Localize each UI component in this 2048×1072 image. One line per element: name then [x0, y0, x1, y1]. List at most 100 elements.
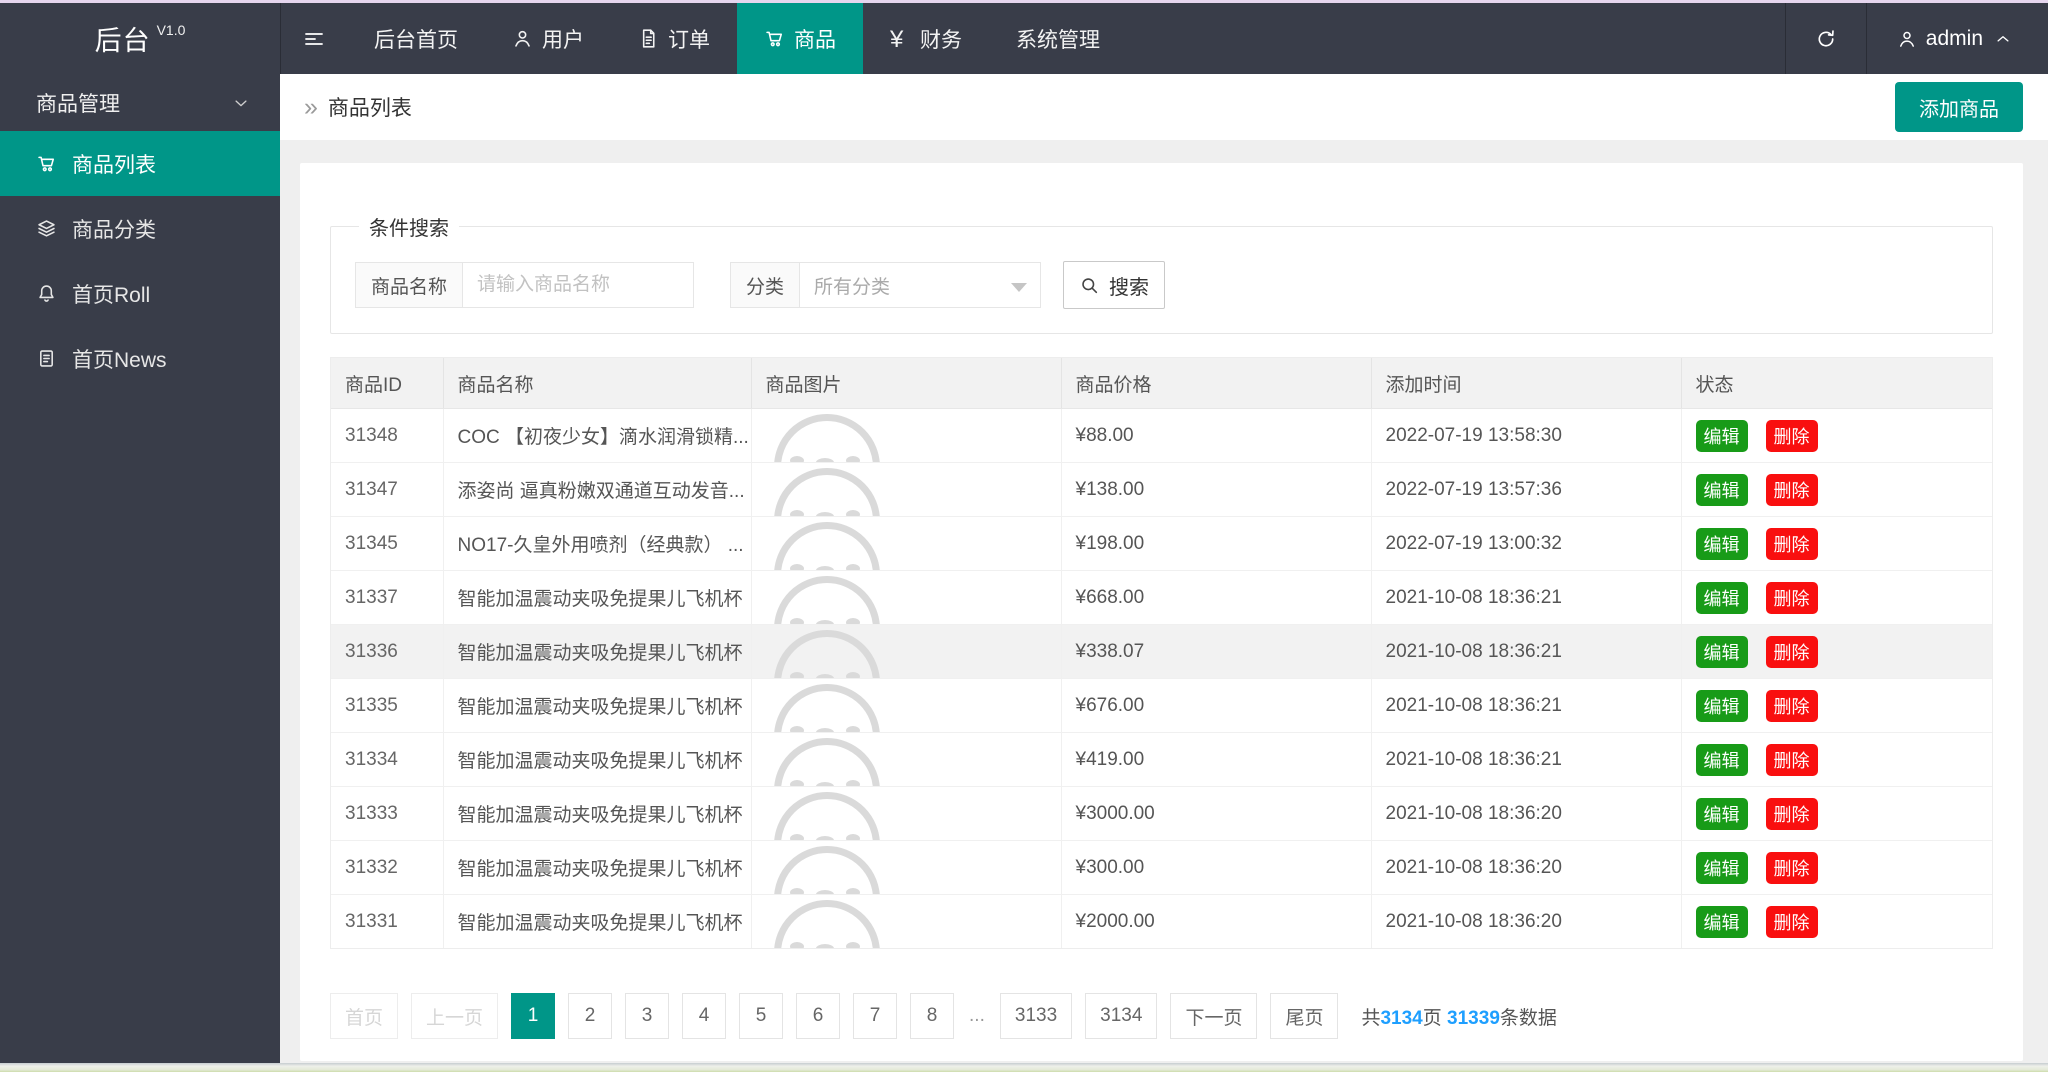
product-image-cell — [751, 624, 1062, 679]
delete-button[interactable]: 删除 — [1765, 689, 1818, 722]
broken-image-dot — [789, 942, 804, 948]
product-price-cell: ¥198.00 — [1061, 516, 1372, 571]
edit-button[interactable]: 编辑 — [1695, 419, 1748, 452]
cart-icon — [36, 153, 57, 174]
table-row: 31336 智能加温震动夹吸免提果儿飞机杯 ¥338.07 2021-10-08 18… — [331, 624, 1992, 679]
page-prev-button[interactable]: 上一页 — [411, 993, 499, 1039]
delete-button[interactable]: 删除 — [1765, 905, 1818, 938]
page-ellipsis: ... — [969, 1005, 985, 1026]
app-logo[interactable]: 后台 V1.0 — [0, 3, 281, 74]
delete-button[interactable]: 删除 — [1765, 743, 1818, 776]
product-table: 商品ID 商品名称 商品图片 商品价格 添加时间 状态 31348 COC 【初夜少女】滴水… — [331, 358, 1992, 948]
broken-image-icon — [773, 900, 880, 948]
edit-button[interactable]: 编辑 — [1695, 473, 1748, 506]
sidebar-item-home-roll[interactable]: 首页Roll — [0, 261, 280, 326]
refresh-button[interactable] — [1784, 3, 1867, 74]
table-header-row: 商品ID 商品名称 商品图片 商品价格 添加时间 状态 — [331, 358, 1992, 409]
product-time-cell: 2022-07-19 13:58:30 — [1371, 408, 1682, 463]
sidebar-toggle-button[interactable] — [281, 3, 347, 74]
delete-button[interactable]: 删除 — [1765, 419, 1818, 452]
edit-button[interactable]: 编辑 — [1695, 689, 1748, 722]
delete-button[interactable]: 删除 — [1765, 797, 1818, 830]
page-number-button[interactable]: 3133 — [999, 993, 1073, 1039]
edit-button[interactable]: 编辑 — [1695, 743, 1748, 776]
product-image-placeholder — [766, 787, 896, 840]
product-image-placeholder — [766, 733, 896, 786]
page-number-button[interactable]: 4 — [682, 993, 727, 1039]
broken-image-icon — [773, 576, 880, 624]
page-number-button[interactable]: 1 — [511, 993, 556, 1039]
product-id-cell: 31331 — [331, 894, 444, 948]
sidebar-group-product-management[interactable]: 商品管理 — [0, 74, 280, 131]
user-menu[interactable]: admin — [1867, 3, 2048, 74]
status-cell: 编辑 删除 — [1681, 786, 1992, 841]
product-time-cell: 2021-10-08 18:36:21 — [1371, 732, 1682, 787]
sidebar-item-product-category[interactable]: 商品分类 — [0, 196, 280, 261]
edit-button[interactable]: 编辑 — [1695, 581, 1748, 614]
topnav-item-system[interactable]: 系统管理 — [989, 3, 1127, 74]
breadcrumb-bar: » 商品列表 添加商品 — [280, 74, 2048, 140]
product-price-cell: ¥3000.00 — [1061, 786, 1372, 841]
pagination-summary: 共3134页 31339条数据 — [1361, 1003, 1556, 1030]
topnav-item-home[interactable]: 后台首页 — [347, 3, 485, 74]
page-first-button[interactable]: 首页 — [330, 993, 399, 1039]
product-image-cell — [751, 678, 1062, 733]
page-last-button[interactable]: 尾页 — [1270, 993, 1339, 1039]
sidebar-menu: 商品列表 商品分类 首页Roll 首页News — [0, 131, 280, 391]
sidebar-item-product-list[interactable]: 商品列表 — [0, 131, 280, 196]
page-next-button[interactable]: 下一页 — [1170, 993, 1258, 1039]
admin-console: 后台 V1.0 后台首页 用户 订单 商品 ¥ 财务 系统管理 admin 商品管理 商品列… — [0, 0, 2048, 1072]
pagination-summary-part: 条数据 — [1499, 1007, 1557, 1029]
add-product-button[interactable]: 添加商品 — [1895, 82, 2023, 132]
table-row: 31333 智能加温震动夹吸免提果儿飞机杯 ¥3000.00 2021-10-08 1… — [331, 786, 1992, 841]
product-price-cell: ¥88.00 — [1061, 408, 1372, 463]
page-number-button[interactable]: 2 — [568, 993, 613, 1039]
edit-button[interactable]: 编辑 — [1695, 527, 1748, 560]
topnav-item-users[interactable]: 用户 — [485, 3, 611, 74]
page-number-button[interactable]: 5 — [739, 993, 784, 1039]
delete-button[interactable]: 删除 — [1765, 635, 1818, 668]
product-id-cell: 31337 — [331, 570, 444, 625]
column-header: 商品名称 — [443, 358, 752, 409]
table-row: 31348 COC 【初夜少女】滴水润滑锁精... ¥88.00 2022-07-19… — [331, 408, 1992, 463]
status-cell: 编辑 删除 — [1681, 462, 1992, 517]
page-number-button[interactable]: 3134 — [1085, 993, 1158, 1039]
edit-button[interactable]: 编辑 — [1695, 635, 1748, 668]
topnav-item-orders[interactable]: 订单 — [611, 3, 737, 74]
table-row: 31345 NO17-久皇外用喷剂（经典款） ... ¥198.00 2022-07-… — [331, 516, 1992, 571]
search-panel-legend: 条件搜索 — [369, 218, 449, 240]
table-row: 31335 智能加温震动夹吸免提果儿飞机杯 ¥676.00 2021-10-08 18… — [331, 678, 1992, 733]
product-image-placeholder — [766, 517, 896, 570]
category-select[interactable]: 所有分类 — [799, 262, 1042, 308]
product-time-cell: 2021-10-08 18:36:20 — [1371, 840, 1682, 895]
topnav-item-products[interactable]: 商品 — [737, 3, 863, 74]
status-cell: 编辑 删除 — [1681, 516, 1992, 571]
broken-image-dot — [789, 618, 804, 624]
edit-button[interactable]: 编辑 — [1695, 797, 1748, 830]
product-name-input[interactable] — [462, 262, 695, 308]
delete-button[interactable]: 删除 — [1765, 473, 1818, 506]
broken-image-dot — [789, 780, 804, 786]
edit-button[interactable]: 编辑 — [1695, 905, 1748, 938]
page-number-button[interactable]: 3 — [625, 993, 670, 1039]
page-number-button[interactable]: 6 — [796, 993, 841, 1039]
broken-image-dot — [789, 510, 804, 516]
broken-image-dot — [815, 782, 834, 786]
page-number-button[interactable]: 8 — [910, 993, 955, 1039]
page-number-button[interactable]: 7 — [853, 993, 898, 1039]
delete-button[interactable]: 删除 — [1765, 581, 1818, 614]
product-time-cell: 2022-07-19 13:57:36 — [1371, 462, 1682, 517]
topnav-item-finance[interactable]: ¥ 财务 — [863, 3, 989, 74]
broken-image-dot — [845, 456, 860, 462]
edit-button[interactable]: 编辑 — [1695, 851, 1748, 884]
window-top-edge — [0, 0, 2048, 3]
pagination: 首页 上一页 1 2 3 4 5 6 7 8... 3133 3134 下一页 尾页 共3134页 3133… — [330, 993, 1993, 1039]
layers-icon — [36, 218, 57, 239]
product-image-placeholder — [766, 625, 896, 678]
sidebar-item-home-news[interactable]: 首页News — [0, 326, 280, 391]
search-button[interactable]: 搜索 — [1063, 261, 1166, 309]
product-name-cell: 添姿尚 逼真粉嫩双通道互动发音... — [443, 462, 752, 517]
product-time-cell: 2021-10-08 18:36:21 — [1371, 570, 1682, 625]
delete-button[interactable]: 删除 — [1765, 527, 1818, 560]
delete-button[interactable]: 删除 — [1765, 851, 1818, 884]
